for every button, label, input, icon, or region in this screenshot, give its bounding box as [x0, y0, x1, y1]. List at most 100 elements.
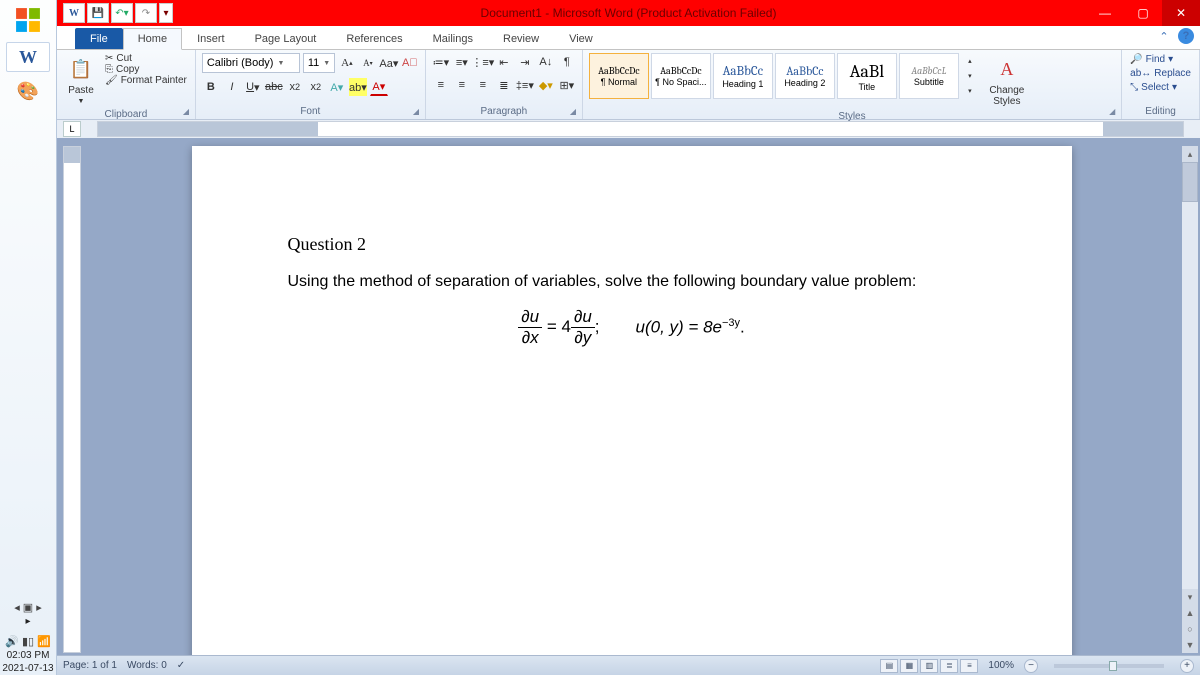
- paragraph-launcher[interactable]: ◢: [570, 107, 580, 117]
- shading-button[interactable]: ◆▾: [537, 76, 555, 94]
- change-case-button[interactable]: Aa▾: [380, 54, 398, 72]
- grow-font-button[interactable]: A▴: [338, 54, 356, 72]
- page[interactable]: Question 2 Using the method of separatio…: [192, 146, 1072, 661]
- text-effects-button[interactable]: A▾: [328, 78, 346, 96]
- increase-indent-button[interactable]: ⇥: [516, 53, 534, 71]
- italic-button[interactable]: I: [223, 78, 241, 96]
- full-screen-view[interactable]: ▦: [900, 659, 918, 673]
- select-button[interactable]: ⤡Select ▾: [1128, 81, 1193, 94]
- align-left-button[interactable]: ≡: [432, 76, 450, 94]
- change-styles-button[interactable]: A Change Styles: [981, 53, 1033, 109]
- taskbar-word[interactable]: W: [6, 42, 50, 72]
- tab-file[interactable]: File: [75, 28, 123, 49]
- draft-view[interactable]: ≡: [960, 659, 978, 673]
- superscript-button[interactable]: x2: [307, 78, 325, 96]
- styles-row-up[interactable]: ▴: [963, 54, 977, 68]
- find-button[interactable]: 🔎Find ▾: [1128, 53, 1193, 66]
- zoom-out-button[interactable]: −: [1024, 659, 1038, 673]
- style-subtitle[interactable]: AaBbCcLSubtitle: [899, 53, 959, 99]
- style-heading1[interactable]: AaBbCcHeading 1: [713, 53, 773, 99]
- subscript-button[interactable]: x2: [286, 78, 304, 96]
- prev-page-button[interactable]: ▲: [1182, 605, 1198, 621]
- battery-icon[interactable]: ▮▯: [22, 635, 34, 648]
- align-center-button[interactable]: ≡: [453, 76, 471, 94]
- outline-view[interactable]: ≣: [940, 659, 958, 673]
- start-button[interactable]: [4, 2, 52, 38]
- cut-button[interactable]: ✂Cut: [103, 53, 189, 64]
- highlight-button[interactable]: ab▾: [349, 78, 367, 96]
- styles-launcher[interactable]: ◢: [1109, 107, 1119, 117]
- clear-formatting-button[interactable]: A⃠: [401, 54, 419, 72]
- font-launcher[interactable]: ◢: [413, 107, 423, 117]
- maximize-button[interactable]: ▢: [1124, 0, 1162, 26]
- replace-button[interactable]: ab↔Replace: [1128, 67, 1193, 80]
- vertical-scrollbar[interactable]: ▴ ▾ ▲ ○ ▼: [1182, 146, 1198, 653]
- sort-button[interactable]: A↓: [537, 53, 555, 71]
- tab-page-layout[interactable]: Page Layout: [240, 28, 332, 49]
- clipboard-launcher[interactable]: ◢: [183, 107, 193, 117]
- browse-object-button[interactable]: ○: [1182, 621, 1198, 637]
- style-heading2[interactable]: AaBbCcHeading 2: [775, 53, 835, 99]
- styles-row-down[interactable]: ▾: [963, 69, 977, 83]
- style-no-spacing[interactable]: AaBbCcDc¶ No Spaci...: [651, 53, 711, 99]
- tray-date[interactable]: 2021-07-13: [0, 662, 56, 675]
- tray-time[interactable]: 02:03 PM: [0, 649, 56, 662]
- tab-selector[interactable]: L: [63, 121, 81, 137]
- zoom-in-button[interactable]: +: [1180, 659, 1194, 673]
- style-title[interactable]: AaBlTitle: [837, 53, 897, 99]
- numbering-button[interactable]: ≡▾: [453, 53, 471, 71]
- web-layout-view[interactable]: ▥: [920, 659, 938, 673]
- format-painter-button[interactable]: 🖌Format Painter: [103, 75, 189, 86]
- help-icon[interactable]: ?: [1178, 28, 1194, 44]
- print-layout-view[interactable]: ▤: [880, 659, 898, 673]
- app-icon[interactable]: W: [63, 3, 85, 23]
- paste-button[interactable]: 📋 Paste ▼: [63, 53, 99, 107]
- style-normal[interactable]: AaBbCcDc¶ Normal: [589, 53, 649, 99]
- justify-button[interactable]: ≣: [495, 76, 513, 94]
- align-right-button[interactable]: ≡: [474, 76, 492, 94]
- tab-review[interactable]: Review: [488, 28, 554, 49]
- tab-references[interactable]: References: [331, 28, 417, 49]
- tab-view[interactable]: View: [554, 28, 608, 49]
- line-spacing-button[interactable]: ‡≡▾: [516, 76, 534, 94]
- volume-icon[interactable]: 🔊: [5, 635, 19, 648]
- underline-button[interactable]: U▾: [244, 78, 262, 96]
- strikethrough-button[interactable]: abc: [265, 78, 283, 96]
- multilevel-button[interactable]: ⋮≡▾: [474, 53, 492, 71]
- doc-heading: Question 2: [288, 234, 976, 255]
- tray-expand[interactable]: ▸: [0, 615, 56, 628]
- show-marks-button[interactable]: ¶: [558, 53, 576, 71]
- close-button[interactable]: ✕: [1162, 0, 1200, 26]
- shrink-font-button[interactable]: A▾: [359, 54, 377, 72]
- network-icon[interactable]: 📶: [37, 635, 51, 648]
- group-editing: 🔎Find ▾ ab↔Replace ⤡Select ▾ Editing: [1122, 50, 1200, 119]
- status-zoom[interactable]: 100%: [988, 660, 1014, 671]
- minimize-ribbon-icon[interactable]: ⌃: [1156, 28, 1172, 44]
- font-size-combo[interactable]: 11▼: [303, 53, 335, 73]
- replace-icon: ab↔: [1130, 68, 1151, 79]
- redo-button[interactable]: ↷: [135, 3, 157, 23]
- font-name-combo[interactable]: Calibri (Body)▼: [202, 53, 300, 73]
- qat-customize[interactable]: ▾: [159, 3, 173, 23]
- undo-button[interactable]: ↶▾: [111, 3, 133, 23]
- bullets-button[interactable]: ≔▾: [432, 53, 450, 71]
- next-page-button[interactable]: ▼: [1182, 637, 1198, 653]
- status-page[interactable]: Page: 1 of 1: [63, 660, 117, 671]
- bold-button[interactable]: B: [202, 78, 220, 96]
- status-words[interactable]: Words: 0: [127, 660, 167, 671]
- taskbar-paint[interactable]: 🎨: [6, 76, 50, 106]
- vertical-ruler[interactable]: [63, 146, 81, 653]
- tab-home[interactable]: Home: [123, 28, 182, 50]
- styles-more[interactable]: ▾: [963, 84, 977, 98]
- tab-mailings[interactable]: Mailings: [418, 28, 488, 49]
- borders-button[interactable]: ⊞▾: [558, 76, 576, 94]
- horizontal-ruler[interactable]: [97, 121, 1184, 137]
- spell-check-icon[interactable]: ✓: [177, 660, 185, 671]
- zoom-slider[interactable]: [1054, 664, 1164, 668]
- font-color-button[interactable]: A▾: [370, 78, 388, 96]
- save-button[interactable]: 💾: [87, 3, 109, 23]
- minimize-button[interactable]: —: [1086, 0, 1124, 26]
- decrease-indent-button[interactable]: ⇤: [495, 53, 513, 71]
- copy-button[interactable]: ⎘Copy: [103, 64, 189, 75]
- tab-insert[interactable]: Insert: [182, 28, 240, 49]
